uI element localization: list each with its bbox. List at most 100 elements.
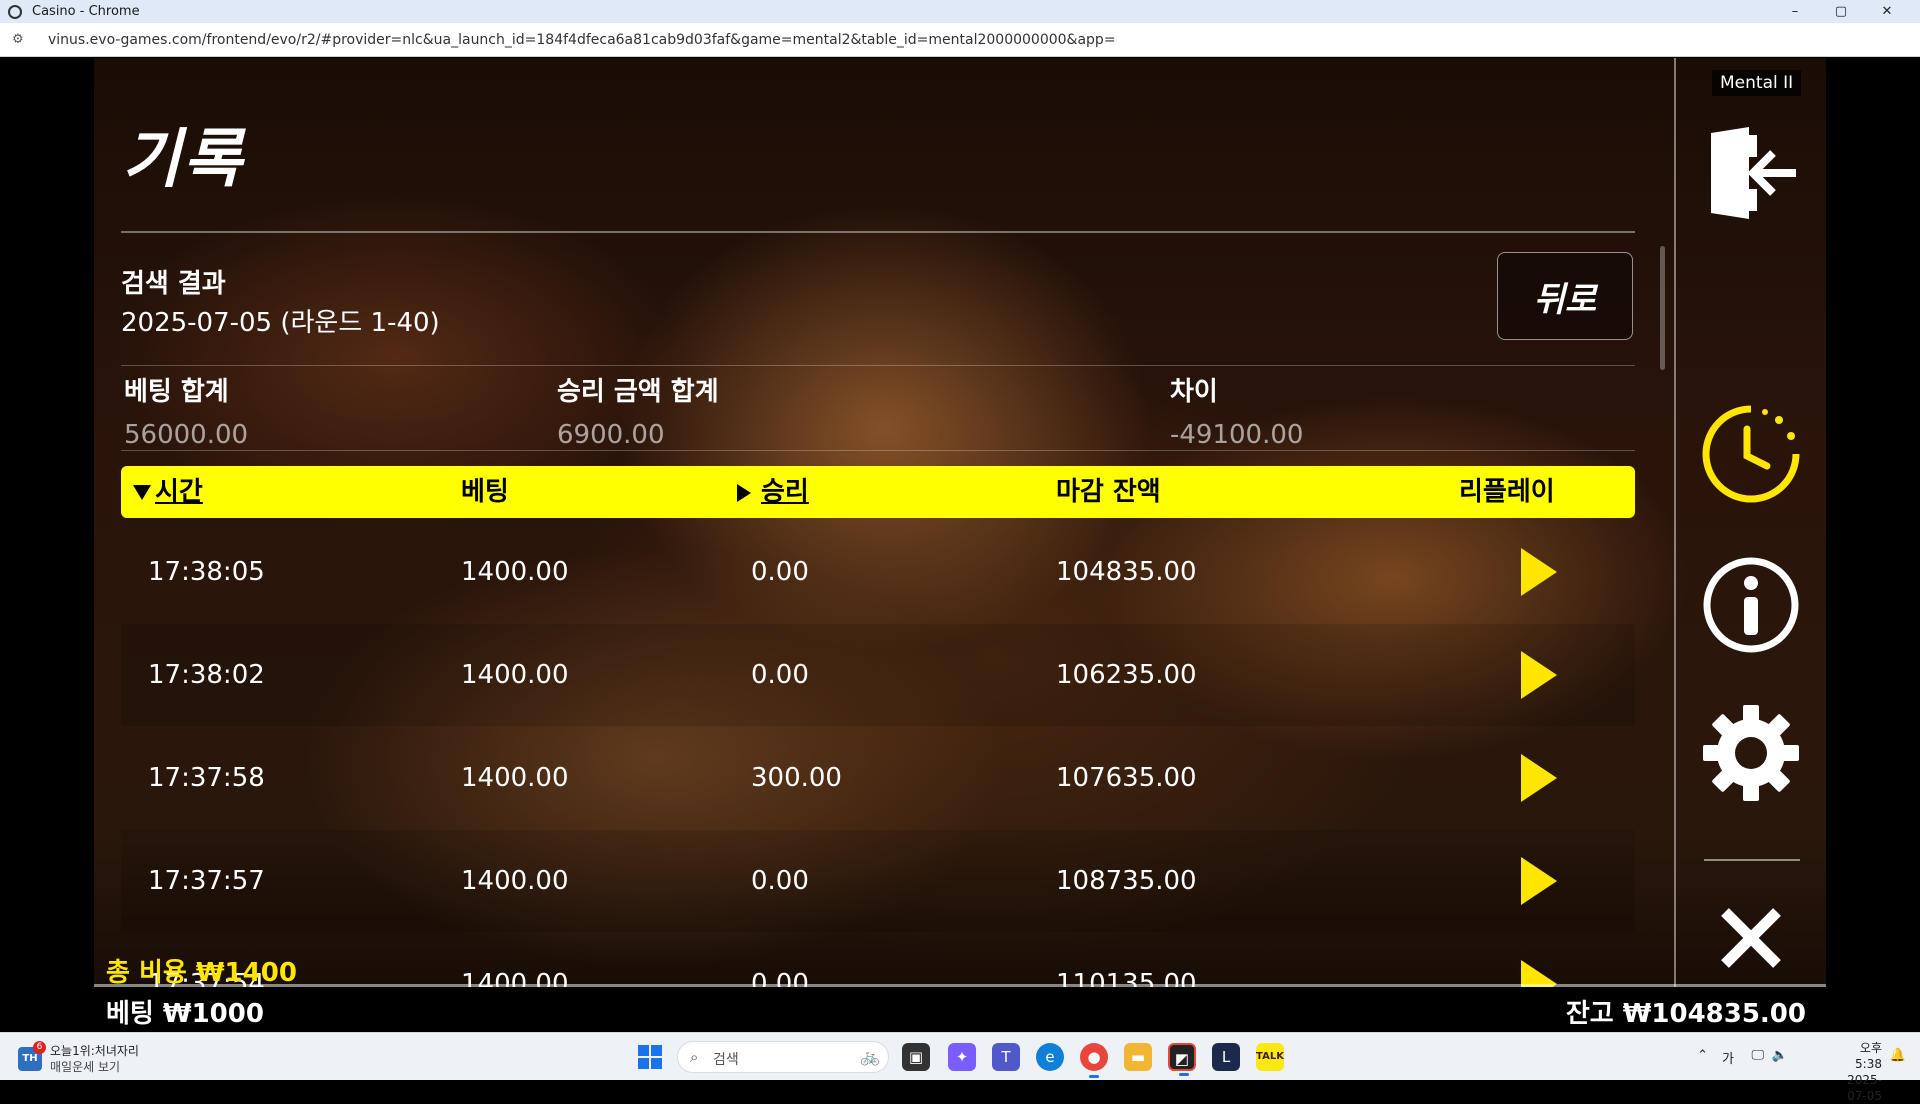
difference-value: -49100.00	[1170, 420, 1304, 450]
exit-icon[interactable]	[1701, 123, 1801, 223]
history-icon[interactable]	[1701, 404, 1801, 504]
history-title: 기록	[122, 123, 244, 197]
sort-desc-icon	[133, 485, 151, 500]
close-icon[interactable]	[1701, 888, 1801, 988]
back-button[interactable]: 뒤로	[1497, 252, 1633, 340]
maximize-button[interactable]: ▢	[1818, 0, 1864, 23]
file-explorer-icon[interactable]: ▬	[1124, 1043, 1152, 1071]
teams-icon[interactable]: T	[992, 1043, 1020, 1071]
total-bet-value: 56000.00	[124, 420, 249, 450]
notification-badge: 6	[33, 1041, 46, 1054]
chrome-taskbar-icon[interactable]: ●	[1080, 1043, 1108, 1078]
lol-icon[interactable]: L	[1212, 1043, 1240, 1071]
table-row: 17:38:02 1400.00 0.00 106235.00	[121, 624, 1635, 726]
difference-summary: 차이 -49100.00	[1170, 371, 1303, 450]
column-bet: 베팅	[461, 477, 509, 507]
table-name-label: Mental II	[1712, 70, 1802, 96]
row-bet: 1400.00	[461, 763, 569, 793]
row-balance: 107635.00	[1056, 763, 1197, 793]
replay-play-icon[interactable]	[1521, 754, 1557, 802]
clock-date: 2025-07-05	[1847, 1073, 1882, 1103]
divider	[121, 365, 1635, 366]
bike-icon: 🚲	[860, 1047, 880, 1066]
widget-line1: 오늘1위:처녀자리	[50, 1044, 139, 1058]
window-controls: – ▢ ✕	[1772, 0, 1910, 23]
widget-line2: 매일운세 보기	[50, 1060, 121, 1074]
replay-play-icon[interactable]	[1521, 857, 1557, 905]
start-button[interactable]	[638, 1045, 662, 1069]
clock-time: 오후 5:38	[1855, 1041, 1882, 1071]
volume-icon[interactable]: 🔈	[1772, 1048, 1788, 1063]
clock[interactable]: 오후 5:38 2025-07-05	[1847, 1040, 1882, 1104]
ime-indicator[interactable]: 가	[1722, 1048, 1734, 1067]
news-widget[interactable]: TH 6 오늘1위:처녀자리 매일운세 보기	[16, 1039, 196, 1075]
total-win-label: 승리 금액 합계	[557, 377, 719, 407]
letterbox-right	[1826, 58, 1920, 1030]
browser-title-bar: Casino - Chrome – ▢ ✕	[0, 0, 1920, 23]
table-row: 17:37:57 1400.00 0.00 108735.00	[121, 830, 1635, 932]
replay-play-icon[interactable]	[1521, 548, 1557, 596]
notification-icon[interactable]: 🔔	[1890, 1048, 1906, 1063]
column-time-label: 시간	[155, 477, 203, 507]
row-bet: 1400.00	[461, 866, 569, 896]
row-time: 17:38:05	[148, 557, 265, 587]
table-row: 17:37:58 1400.00 300.00 107635.00	[121, 727, 1635, 829]
history-scrollbar[interactable]	[1660, 246, 1665, 370]
row-balance: 108735.00	[1056, 866, 1197, 896]
task-view-icon[interactable]: ▣	[902, 1043, 930, 1071]
close-window-button[interactable]: ✕	[1864, 0, 1910, 23]
column-time[interactable]: 시간	[133, 466, 203, 518]
chrome-icon	[8, 4, 22, 19]
row-win: 0.00	[751, 866, 809, 896]
copilot-icon[interactable]: ✦	[948, 1043, 976, 1071]
difference-label: 차이	[1170, 377, 1218, 407]
column-win-label: 승리	[761, 477, 809, 507]
edge-icon[interactable]: e	[1036, 1043, 1064, 1071]
app-icon[interactable]: ◩	[1168, 1043, 1196, 1076]
address-bar[interactable]: ⚙ vinus.evo-games.com/frontend/evo/r2/#p…	[0, 23, 1920, 57]
info-icon[interactable]	[1701, 555, 1801, 655]
url-text[interactable]: vinus.evo-games.com/frontend/evo/r2/#pro…	[48, 32, 1116, 48]
network-icon[interactable]: 🖵	[1751, 1048, 1764, 1063]
tray-overflow-icon[interactable]: ⌃	[1697, 1048, 1708, 1063]
row-win: 300.00	[751, 763, 842, 793]
row-time: 17:38:02	[148, 660, 265, 690]
balance-label: 잔고 ₩104835.00	[1565, 999, 1806, 1029]
total-win-summary: 승리 금액 합계 6900.00	[557, 371, 719, 450]
row-win: 0.00	[751, 660, 809, 690]
site-info-icon[interactable]: ⚙	[12, 32, 32, 47]
search-result-title: 검색 결과	[121, 269, 226, 299]
row-time: 17:37:58	[148, 763, 265, 793]
divider	[121, 450, 1635, 451]
divider	[121, 231, 1635, 233]
table-row: 17:38:05 1400.00 0.00 104835.00	[121, 521, 1635, 623]
total-cost-label: 총 비용 ₩1400	[106, 958, 297, 988]
replay-play-icon[interactable]	[1521, 651, 1557, 699]
column-win[interactable]: 승리	[737, 466, 809, 518]
row-balance: 106235.00	[1056, 660, 1197, 690]
sidebar-separator	[1704, 859, 1800, 861]
column-balance: 마감 잔액	[1056, 477, 1161, 507]
search-placeholder: 검색	[713, 1052, 739, 1068]
row-bet: 1400.00	[461, 660, 569, 690]
row-win: 0.00	[751, 557, 809, 587]
settings-icon[interactable]	[1701, 703, 1801, 803]
column-replay: 리플레이	[1459, 477, 1555, 507]
kakaotalk-icon[interactable]: TALK	[1256, 1043, 1284, 1071]
taskbar-search[interactable]: ⌕ 검색 🚲	[677, 1041, 889, 1073]
total-bet-label: 베팅 합계	[124, 377, 229, 407]
total-win-value: 6900.00	[557, 420, 665, 450]
game-viewport: 기록 검색 결과 2025-07-05 (라운드 1-40) 뒤로 베팅 합계 …	[94, 58, 1826, 1030]
row-time: 17:37:57	[148, 866, 265, 896]
search-icon: ⌕	[690, 1048, 699, 1066]
row-balance: 104835.00	[1056, 557, 1197, 587]
sort-icon	[737, 483, 751, 502]
minimize-button[interactable]: –	[1772, 0, 1818, 23]
letterbox-left	[0, 58, 94, 1030]
window-title: Casino - Chrome	[32, 4, 140, 19]
total-bet-summary: 베팅 합계 56000.00	[124, 371, 248, 450]
game-sidebar: Mental II	[1676, 58, 1826, 1000]
row-bet: 1400.00	[461, 557, 569, 587]
history-table-header: 시간 베팅 승리 마감 잔액 리플레이	[121, 466, 1635, 518]
search-result-range: 2025-07-05 (라운드 1-40)	[121, 308, 440, 338]
